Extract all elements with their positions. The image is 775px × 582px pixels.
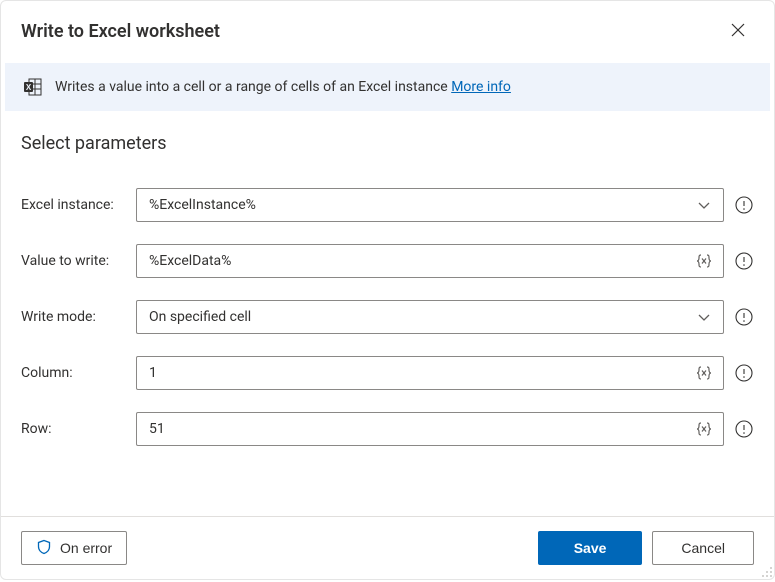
write-mode-value: On specified cell	[149, 309, 693, 325]
excel-instance-select[interactable]: %ExcelInstance%	[136, 188, 724, 222]
parameters-section: Excel instance: %ExcelInstance% Value to…	[1, 160, 774, 446]
excel-instance-value: %ExcelInstance%	[149, 197, 693, 213]
label-column: Column:	[21, 365, 136, 381]
help-column[interactable]	[734, 363, 754, 383]
label-row: Row:	[21, 421, 136, 437]
row-excel-instance: Excel instance: %ExcelInstance%	[21, 188, 754, 222]
on-error-button[interactable]: On error	[21, 531, 127, 565]
on-error-label: On error	[60, 540, 112, 556]
row-field[interactable]	[149, 421, 693, 437]
chevron-down-icon	[693, 194, 715, 216]
dialog-footer: On error Save Cancel	[1, 516, 774, 579]
help-value-to-write[interactable]	[734, 251, 754, 271]
shield-icon	[36, 539, 52, 558]
svg-text:X: X	[26, 83, 32, 92]
variable-picker-icon[interactable]	[693, 250, 715, 272]
variable-picker-icon[interactable]	[693, 418, 715, 440]
chevron-down-icon	[693, 306, 715, 328]
label-value-to-write: Value to write:	[21, 253, 136, 269]
help-row[interactable]	[734, 419, 754, 439]
row-input[interactable]	[136, 412, 724, 446]
row-write-mode: Write mode: On specified cell	[21, 300, 754, 334]
label-excel-instance: Excel instance:	[21, 197, 136, 213]
info-banner: X Writes a value into a cell or a range …	[5, 63, 770, 111]
column-input[interactable]	[136, 356, 724, 390]
write-to-excel-dialog: Write to Excel worksheet X Writes a valu…	[0, 0, 775, 580]
column-field[interactable]	[149, 365, 693, 381]
excel-icon: X	[23, 77, 43, 97]
cancel-button[interactable]: Cancel	[652, 531, 754, 565]
section-heading: Select parameters	[21, 133, 754, 154]
help-write-mode[interactable]	[734, 307, 754, 327]
close-button[interactable]	[722, 15, 754, 47]
more-info-link[interactable]: More info	[451, 79, 511, 95]
info-text-content: Writes a value into a cell or a range of…	[55, 79, 448, 95]
close-icon	[731, 23, 745, 40]
write-mode-select[interactable]: On specified cell	[136, 300, 724, 334]
value-to-write-field[interactable]	[149, 253, 693, 269]
save-button[interactable]: Save	[538, 531, 643, 565]
row-value-to-write: Value to write:	[21, 244, 754, 278]
dialog-title: Write to Excel worksheet	[21, 21, 220, 42]
row-column: Column:	[21, 356, 754, 390]
value-to-write-input[interactable]	[136, 244, 724, 278]
title-bar: Write to Excel worksheet	[1, 1, 774, 51]
info-text: Writes a value into a cell or a range of…	[55, 79, 511, 95]
help-excel-instance[interactable]	[734, 195, 754, 215]
label-write-mode: Write mode:	[21, 309, 136, 325]
row-row: Row:	[21, 412, 754, 446]
variable-picker-icon[interactable]	[693, 362, 715, 384]
